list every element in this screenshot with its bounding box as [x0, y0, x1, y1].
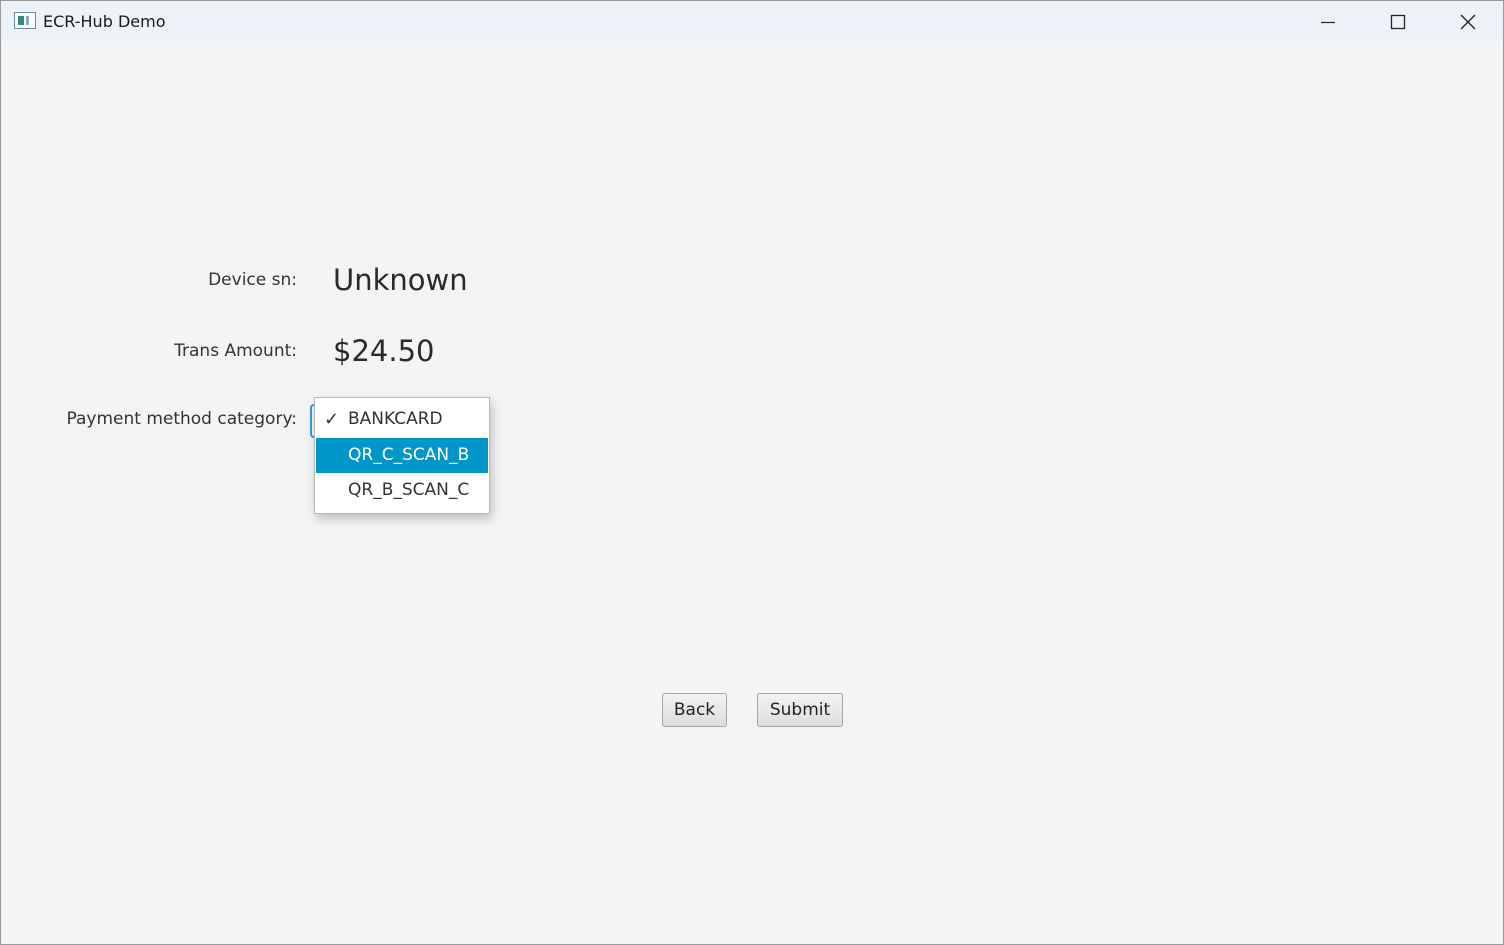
payment-category-dropdown-list: ✓ BANKCARD QR_C_SCAN_B QR_B_SCAN_C — [314, 397, 490, 514]
option-label: BANKCARD — [348, 409, 443, 429]
trans-amount-label: Trans Amount: — [174, 341, 297, 361]
trans-amount-value: $24.50 — [333, 334, 435, 368]
option-qr-b-scan-c[interactable]: QR_B_SCAN_C — [316, 473, 488, 508]
minimize-button[interactable] — [1293, 1, 1363, 43]
option-label: QR_B_SCAN_C — [348, 480, 470, 500]
option-qr-c-scan-b[interactable]: QR_C_SCAN_B — [316, 438, 488, 473]
close-icon — [1460, 14, 1476, 30]
close-button[interactable] — [1433, 1, 1503, 43]
maximize-icon — [1390, 14, 1406, 30]
checkmark-icon: ✓ — [324, 409, 340, 430]
maximize-button[interactable] — [1363, 1, 1433, 43]
device-sn-label: Device sn: — [208, 270, 297, 290]
payment-category-label: Payment method category: — [66, 409, 297, 429]
option-label: QR_C_SCAN_B — [348, 445, 470, 465]
app-window-icon — [14, 12, 36, 29]
device-sn-value: Unknown — [333, 263, 468, 297]
app-window: ECR-Hub Demo Device sn: Unknown Trans Am… — [0, 0, 1504, 945]
minimize-icon — [1321, 21, 1335, 24]
submit-button[interactable]: Submit — [757, 693, 843, 727]
option-bankcard[interactable]: ✓ BANKCARD — [316, 402, 488, 437]
title-bar[interactable]: ECR-Hub Demo — [1, 1, 1503, 43]
back-button[interactable]: Back — [662, 693, 727, 727]
window-title: ECR-Hub Demo — [43, 12, 166, 31]
